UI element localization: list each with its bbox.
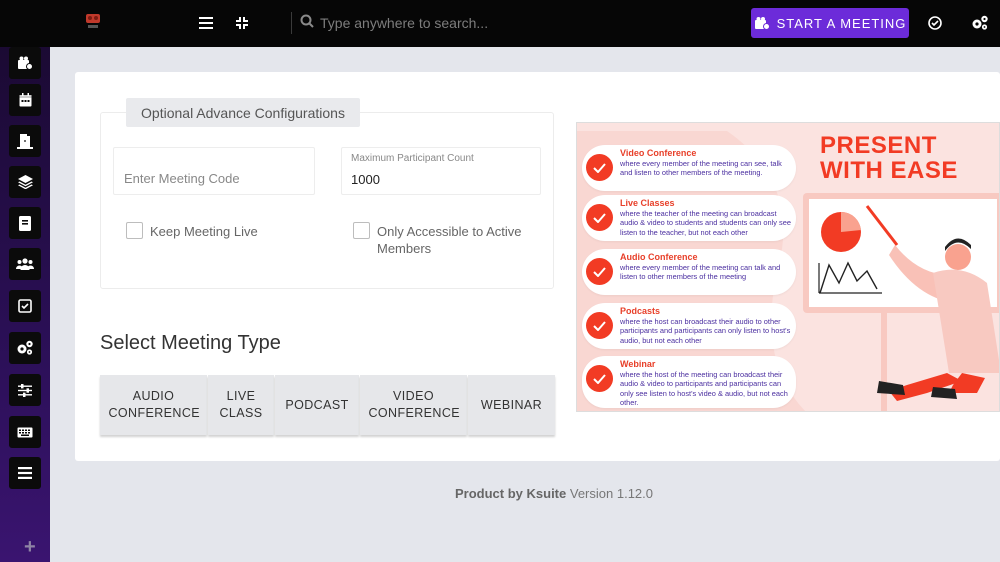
promo-item-video-conference: Video Conference where every member of t… [582,145,796,191]
checkbox-icon [18,299,32,313]
compress-icon[interactable] [232,13,252,33]
sidebar-item-settings[interactable] [9,332,41,364]
sidebar-item-users[interactable] [9,248,41,280]
max-participant-input[interactable] [351,172,531,187]
promo-item-desc: where the teacher of the meeting can bro… [620,209,791,237]
users-icon [16,258,34,270]
promo-item-title: Live Classes [620,198,675,208]
meeting-type-label: PODCAST [285,397,349,412]
active-members-label: Only Accessible to Active Members [377,224,522,256]
calendar-icon [19,93,31,107]
promo-item-podcasts: Podcasts where the host can broadcast th… [582,303,796,349]
check-icon [586,154,613,181]
promo-headline-line2: WITH EASE [820,157,958,184]
sidebar-item-sliders[interactable] [9,374,41,406]
active-members-checkbox[interactable] [353,222,370,239]
settings-icon[interactable] [970,13,990,33]
check-circle-icon[interactable] [925,13,945,33]
promo-item-title: Podcasts [620,306,661,316]
meeting-code-input[interactable] [124,171,304,186]
meeting-type-podcast[interactable]: PODCAST [275,375,359,435]
promo-item-title: Webinar [620,359,656,369]
meeting-type-audio-conference[interactable]: AUDIO CONFERENCE [100,375,207,435]
sidebar: + [0,47,50,562]
check-icon [586,258,613,285]
check-icon [586,365,613,392]
sidebar-item-list[interactable] [9,457,41,489]
advanced-config-panel [100,112,554,289]
sidebar-item-calendar[interactable] [9,84,41,116]
sidebar-item-tasks[interactable] [9,290,41,322]
promo-illustration: PRESENT WITH EASE Video Conference where… [576,122,1000,412]
meeting-type-label: AUDIO CONFERENCE [108,389,201,420]
promo-item-audio-conference: Audio Conference where every member of t… [582,249,796,295]
meeting-type-live-class[interactable]: LIVE CLASS [208,375,274,435]
promo-headline: PRESENT WITH EASE [820,133,958,183]
keep-live-label: Keep Meeting Live [150,224,258,239]
advanced-config-title[interactable]: Optional Advance Configurations [126,98,360,127]
cogs-icon [17,340,33,355]
list-icon [18,467,32,479]
promo-item-desc: where every member of the meeting can se… [620,159,782,178]
sidebar-item-book[interactable] [9,207,41,239]
keyboard-icon [17,427,33,437]
promo-item-title: Audio Conference [620,252,698,262]
door-icon [17,133,33,149]
check-icon [586,204,613,231]
sidebar-item-door[interactable] [9,125,41,157]
menu-icon[interactable] [196,13,216,33]
start-meeting-button[interactable]: START A MEETING [751,8,909,38]
promo-item-webinar: Webinar where the host of the meeting ca… [582,356,796,408]
app-logo[interactable] [84,11,102,31]
meeting-icon [754,16,770,30]
meeting-type-webinar[interactable]: WEBINAR [468,375,555,435]
layers-icon [17,175,33,189]
promo-headline-line1: PRESENT [820,132,937,159]
footer-version: Version 1.12.0 [569,486,653,501]
search-input[interactable] [320,15,700,31]
sidebar-add-button[interactable]: + [24,536,36,559]
meeting-code-field[interactable] [113,147,315,195]
search-icon [300,14,314,33]
sidebar-item-layers[interactable] [9,166,41,198]
promo-item-title: Video Conference [620,148,697,158]
sidebar-item-keyboard[interactable] [9,416,41,448]
book-icon [19,215,31,231]
promo-item-desc: where every member of the meeting can ta… [620,263,781,282]
top-bar: START A MEETING [0,0,1000,47]
promo-item-desc: where the host can broadcast their audio… [620,317,791,345]
promo-item-desc: where the host of the meeting can broadc… [620,370,788,407]
meeting-type-title: Select Meeting Type [100,332,281,354]
meeting-icon [18,56,33,70]
check-icon [586,312,613,339]
max-participant-field[interactable]: Maximum Participant Count [341,147,541,195]
sliders-icon [18,383,32,397]
footer-product: Product by Ksuite [455,486,567,501]
meeting-type-label: VIDEO CONFERENCE [368,389,461,420]
search-bar[interactable] [300,11,720,35]
promo-item-live-classes: Live Classes where the teacher of the me… [582,195,796,241]
meeting-type-label: LIVE CLASS [219,389,263,420]
topbar-divider [291,12,292,34]
meeting-type-video-conference[interactable]: VIDEO CONFERENCE [360,375,467,435]
sidebar-item-meeting[interactable] [9,47,41,79]
max-participant-label: Maximum Participant Count [351,153,474,164]
footer: Product by Ksuite Version 1.12.0 [0,486,1000,501]
meeting-type-label: WEBINAR [480,397,543,412]
start-meeting-label: START A MEETING [776,15,907,31]
keep-live-checkbox[interactable] [126,222,143,239]
